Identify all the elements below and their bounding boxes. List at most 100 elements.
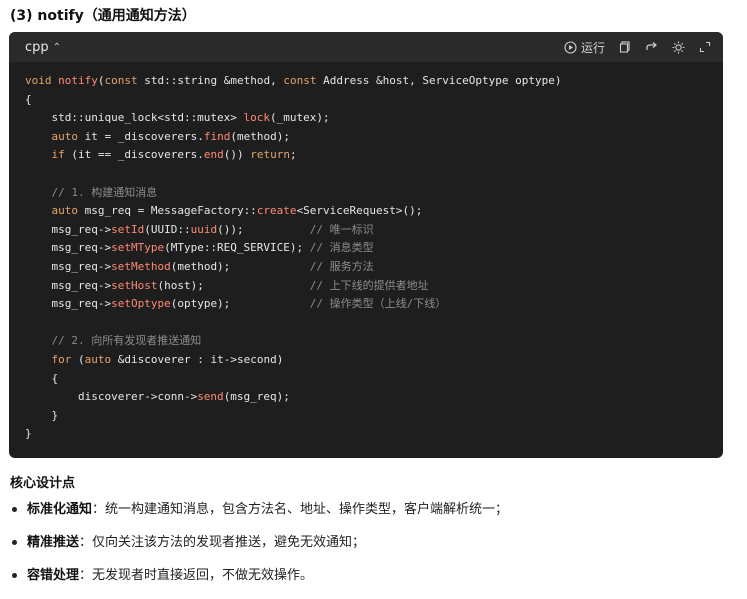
expand-button[interactable]: [699, 41, 711, 53]
code-token: for: [51, 352, 72, 366]
list-item: 标准化通知：统一构建通知消息，包含方法名、地址、操作类型，客户端解析统一；: [10, 500, 508, 519]
bullet-icon: [12, 540, 17, 545]
code-token: (it == _discoverers.: [64, 148, 204, 162]
code-token: msg_req->: [25, 259, 112, 273]
code-token: }: [25, 408, 59, 422]
code-line: msg_req->setMethod(method); // 服务方法: [25, 259, 374, 273]
code-token: (method);: [230, 129, 290, 143]
language-label: cpp: [25, 39, 49, 55]
code-token: &discoverer : it->second): [111, 352, 284, 366]
code-token: send: [197, 390, 224, 404]
code-token: lock: [243, 111, 271, 125]
code-token: return: [250, 148, 290, 162]
code-line: msg_req->setId(UUID::uuid()); // 唯一标识: [25, 222, 374, 236]
code-token: ()): [223, 148, 251, 162]
code-comment: // 服务方法: [309, 259, 374, 273]
code-line: msg_req->setMType(MType::REQ_SERVICE); /…: [25, 241, 374, 255]
code-token: auto: [84, 352, 112, 366]
code-line: // 2. 向所有发现者推送通知: [25, 334, 201, 347]
code-token: discoverer->conn->: [25, 390, 198, 404]
bullet-icon: [12, 573, 17, 578]
code-token: auto: [51, 129, 79, 143]
code-token: (method);: [170, 259, 310, 273]
code-token: (: [97, 74, 105, 87]
code-token: {: [25, 92, 32, 106]
code-token: end: [203, 148, 224, 162]
code-comment: // 上下线的提供者地址: [309, 278, 429, 292]
code-line: {: [25, 372, 58, 385]
expand-icon: [699, 41, 711, 53]
copy-button[interactable]: [619, 41, 631, 53]
code-token: msg_req->: [25, 297, 112, 311]
code-line: msg_req->setOptype(optype); // 操作类型（上线/下…: [25, 297, 446, 310]
theme-toggle-button[interactable]: [672, 41, 685, 54]
list-item: 容错处理：无发现者时直接返回，不做无效操作。: [10, 566, 508, 585]
code-token: (host);: [157, 278, 310, 292]
point-text: ：仅向关注该方法的发现者推送，避免无效通知；: [79, 535, 366, 550]
code-line: std::unique_lock<std::mutex> lock(_mutex…: [25, 111, 329, 125]
code-token: msg_req = MessageFactory::: [78, 204, 257, 218]
code-line: void notify(const std::string &method, c…: [25, 74, 562, 87]
code-line: }: [25, 409, 58, 422]
code-line: auto msg_req = MessageFactory::create<Se…: [25, 204, 423, 218]
code-token: msg_req->: [25, 222, 112, 236]
code-token: msg_req->: [25, 278, 112, 292]
code-token: {: [25, 371, 59, 385]
code-comment: // 唯一标识: [309, 222, 374, 236]
code-comment: // 操作类型（上线/下线）: [309, 297, 447, 311]
code-body: void notify(const std::string &method, c…: [9, 62, 723, 444]
point-label: 容错处理: [27, 568, 80, 583]
code-token: ;: [289, 148, 297, 162]
code-line: discoverer->conn->send(msg_req);: [25, 390, 290, 403]
share-icon: [645, 41, 658, 53]
code-token: <ServiceRequest>();: [296, 204, 423, 218]
list-item: 精准推送：仅向关注该方法的发现者推送，避免无效通知；: [10, 533, 508, 552]
point-text: ：统一构建通知消息，包含方法名、地址、操作类型，客户端解析统一；: [92, 502, 509, 517]
code-token: const: [104, 74, 138, 87]
code-token: setOptype: [111, 297, 171, 311]
code-line: msg_req->setHost(host); // 上下线的提供者地址: [25, 278, 429, 292]
code-line: // 1. 构建通知消息: [25, 186, 157, 199]
code-token: setMType: [111, 241, 165, 255]
code-token: (MType::REQ_SERVICE);: [164, 241, 310, 255]
copy-icon: [619, 41, 631, 53]
code-token: it = _discoverers.: [78, 129, 204, 143]
code-line: }: [25, 427, 32, 440]
run-button[interactable]: 运行: [564, 39, 605, 56]
code-line: {: [25, 93, 32, 106]
code-comment: // 消息类型: [309, 241, 374, 255]
code-token: if: [51, 148, 65, 162]
share-button[interactable]: [645, 41, 658, 53]
design-points-title: 核心设计点: [10, 476, 76, 491]
point-label: 标准化通知: [27, 502, 93, 517]
point-label: 精准推送: [27, 535, 80, 550]
section-heading: (3) notify（通用通知方法）: [10, 8, 196, 24]
code-token: auto: [51, 204, 79, 218]
code-token: (: [71, 352, 85, 366]
language-selector[interactable]: cpp ⌃: [25, 40, 61, 55]
code-token: msg_req->: [25, 241, 112, 255]
code-token: notify: [58, 74, 98, 87]
code-line: auto it = _discoverers.find(method);: [25, 130, 290, 143]
code-token: uuid: [190, 222, 218, 236]
code-token: (UUID::: [144, 222, 191, 236]
run-label: 运行: [580, 40, 605, 55]
code-token: void: [25, 74, 52, 87]
code-line: for (auto &discoverer : it->second): [25, 352, 284, 366]
code-token: (msg_req);: [223, 390, 290, 404]
code-token: setHost: [111, 278, 158, 292]
code-token: create: [256, 204, 297, 218]
code-block: cpp ⌃ 运行 void notify(const std::string &…: [9, 32, 723, 458]
code-token: setMethod: [111, 259, 171, 273]
bullet-icon: [12, 507, 17, 512]
code-token: (optype);: [170, 297, 310, 311]
code-token: Address &host, ServiceOptype optype): [316, 74, 562, 87]
code-token: ());: [217, 222, 310, 236]
code-comment: // 1. 构建通知消息: [25, 185, 158, 199]
code-comment: // 2. 向所有发现者推送通知: [25, 334, 202, 348]
code-toolbar: cpp ⌃ 运行: [9, 32, 723, 62]
